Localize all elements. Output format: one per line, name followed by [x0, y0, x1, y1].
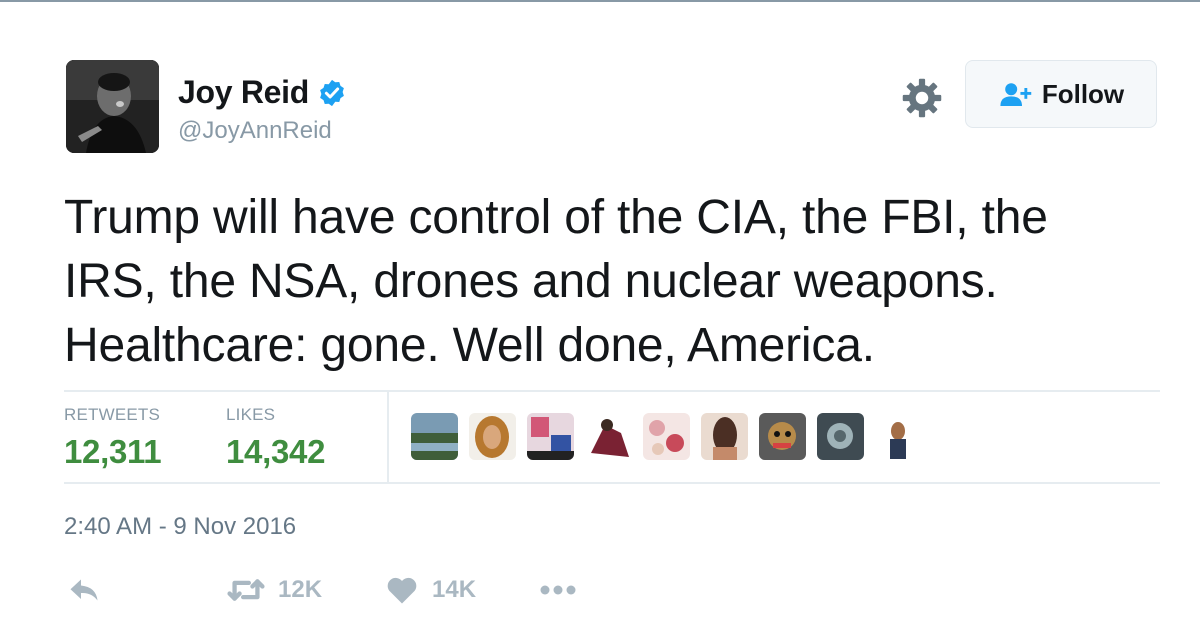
tweet-text-line: IRS, the NSA, drones and nuclear weapons…: [64, 255, 998, 308]
retweet-count: 12K: [278, 576, 323, 603]
avatar[interactable]: [66, 60, 159, 153]
more-button[interactable]: [538, 578, 578, 602]
verified-badge-icon: [320, 79, 344, 106]
heart-icon: [387, 577, 417, 604]
liker-avatar[interactable]: [701, 413, 748, 460]
reply-button[interactable]: [66, 572, 102, 608]
liker-avatar[interactable]: [411, 413, 458, 460]
liker-avatar[interactable]: [585, 413, 632, 460]
retweet-button[interactable]: 12K: [226, 572, 322, 608]
retweet-icon: [227, 579, 265, 601]
likes-count: 14,342: [226, 433, 326, 470]
gear-icon[interactable]: [900, 76, 944, 120]
retweets-label: RETWEETS: [64, 405, 161, 424]
liker-avatar[interactable]: [759, 413, 806, 460]
top-border: [0, 0, 1200, 2]
follow-button[interactable]: Follow: [965, 60, 1157, 128]
liker-avatars: [411, 413, 922, 460]
likes-label: LIKES: [226, 405, 276, 424]
user-handle[interactable]: @JoyAnnReid: [178, 117, 332, 145]
liker-avatar[interactable]: [643, 413, 690, 460]
retweets-count: 12,311: [64, 433, 162, 470]
display-name[interactable]: Joy Reid: [178, 74, 309, 111]
liker-avatar[interactable]: [875, 413, 922, 460]
tweet-text-line: Healthcare: gone. Well done, America.: [64, 319, 875, 372]
like-count: 14K: [432, 576, 477, 603]
reply-icon: [70, 579, 98, 601]
liker-avatar[interactable]: [817, 413, 864, 460]
follow-button-label: Follow: [1041, 78, 1125, 109]
stats-top-divider: [64, 390, 1160, 392]
stats-bottom-divider: [64, 482, 1160, 484]
likes-stat[interactable]: LIKES 14,342: [226, 405, 325, 471]
follow-user-icon: [1000, 83, 1032, 106]
like-button[interactable]: 14K: [384, 572, 476, 608]
tweet-timestamp[interactable]: 2:40 AM - 9 Nov 2016: [64, 513, 296, 541]
tweet-text-line: Trump will have control of the CIA, the …: [64, 191, 1048, 244]
retweets-stat[interactable]: RETWEETS 12,311: [64, 405, 162, 471]
tweet-text: Trump will have control of the CIA, the …: [64, 186, 1154, 378]
more-icon: [540, 585, 576, 595]
liker-avatar[interactable]: [527, 413, 574, 460]
liker-avatar[interactable]: [469, 413, 516, 460]
stats-divider: [387, 392, 389, 484]
